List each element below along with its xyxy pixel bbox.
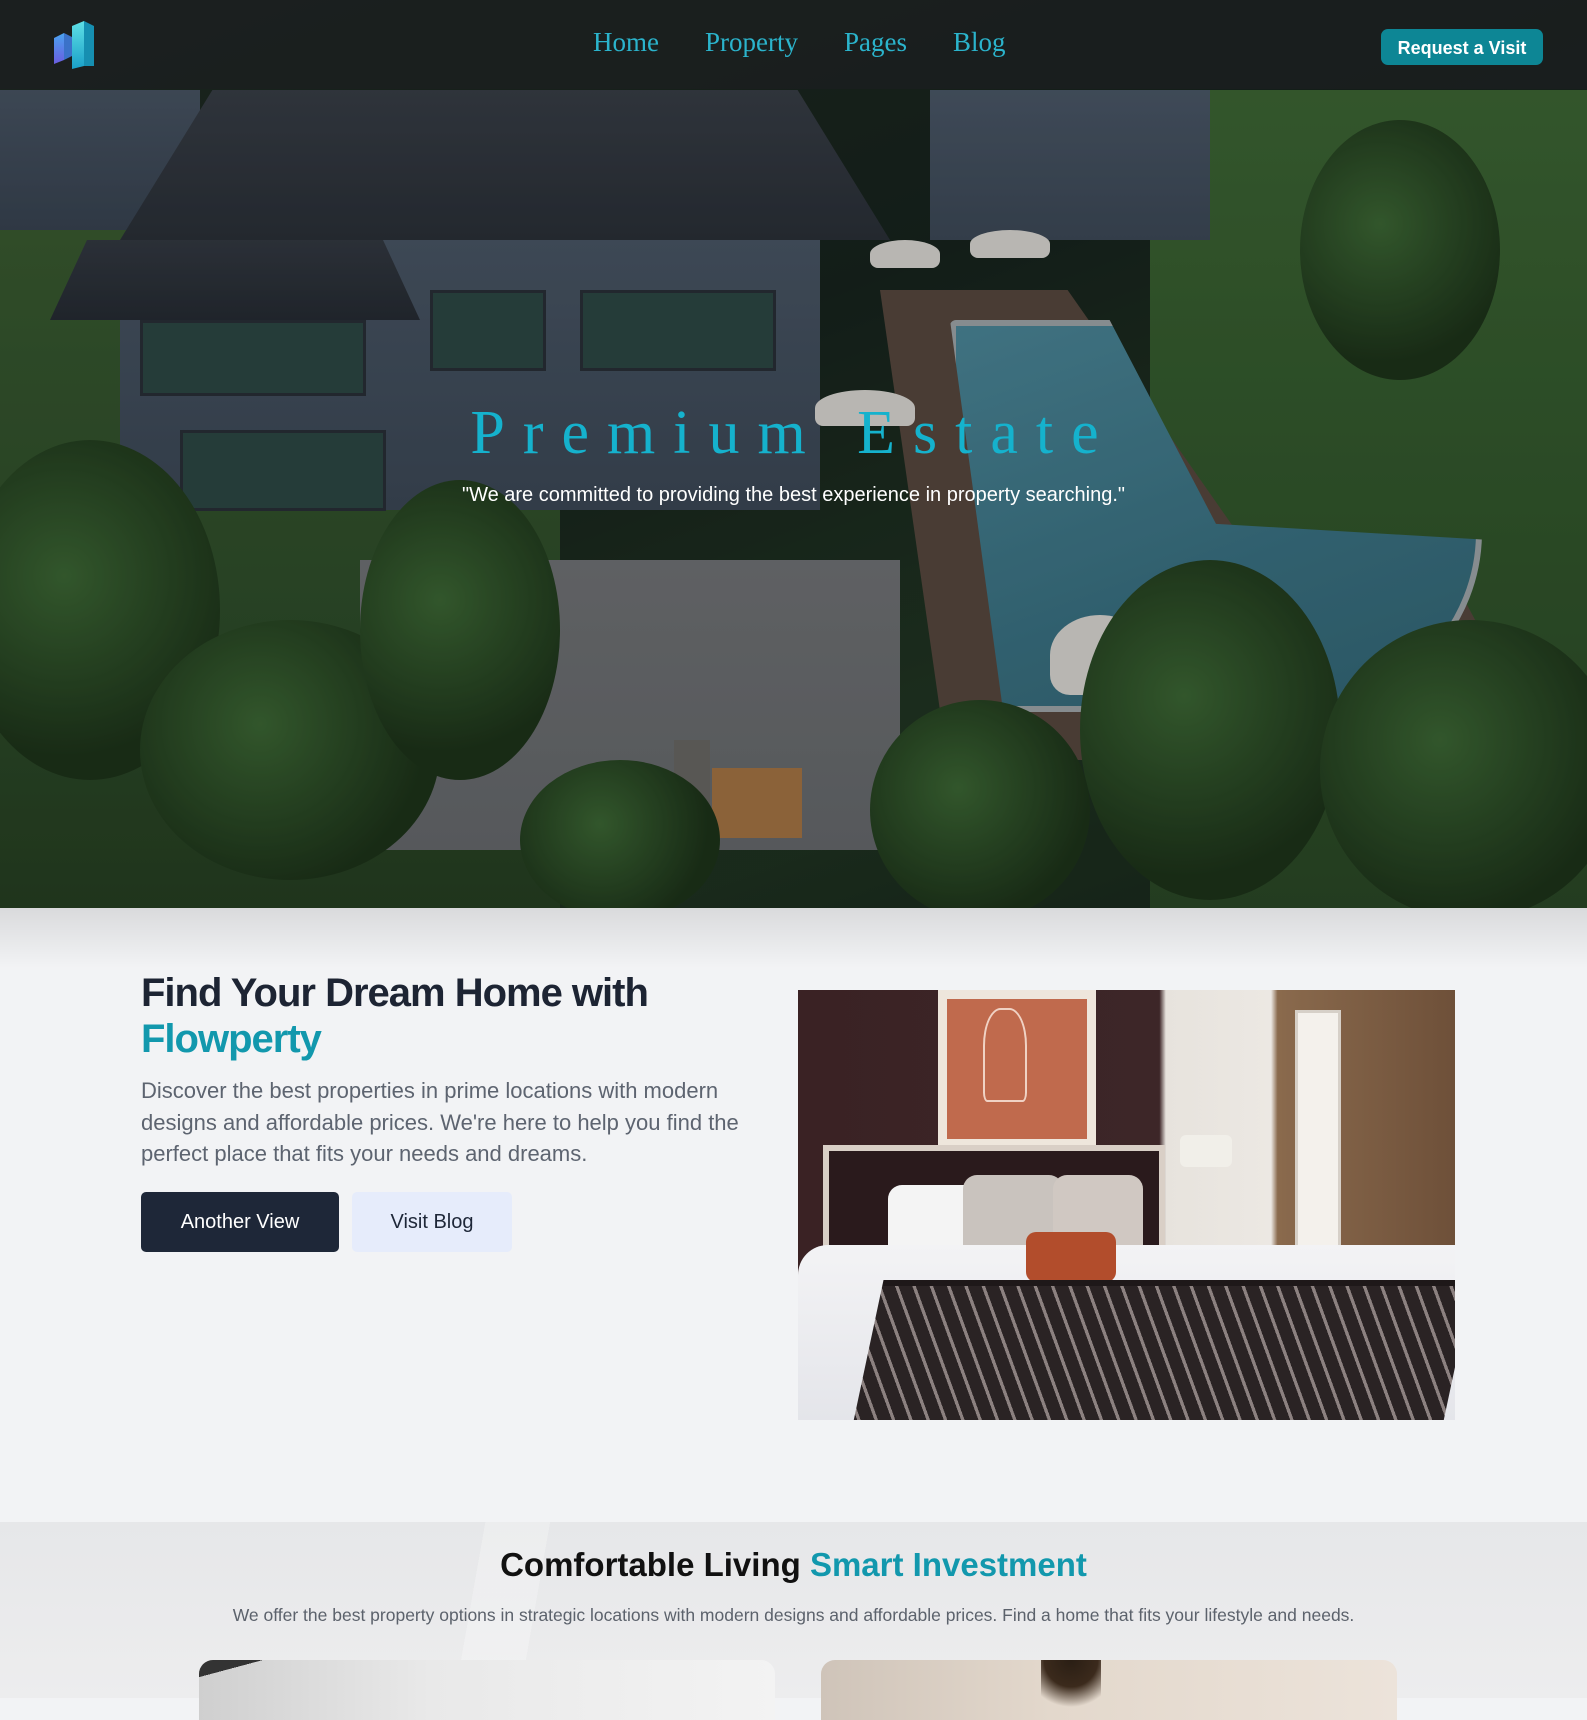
ceiling-beam [199, 1660, 775, 1720]
property-card-image[interactable] [199, 1660, 775, 1720]
bedroom-image [798, 990, 1455, 1420]
feature-heading-plain: Find Your Dream Home with [141, 971, 649, 1015]
bed-runner [852, 1280, 1455, 1420]
living-heading-plain: Comfortable Living [500, 1546, 801, 1583]
living-description: We offer the best property options in st… [232, 1605, 1355, 1625]
nav-link-home[interactable]: Home [593, 24, 659, 64]
request-visit-button[interactable]: Request a Visit [1381, 29, 1543, 65]
hero-title: Premium Estate [470, 399, 1117, 467]
nav-link-property[interactable]: Property [705, 24, 798, 64]
palm-tree [1041, 1660, 1101, 1720]
nav-link-blog[interactable]: Blog [953, 24, 1006, 64]
building-logo-icon[interactable] [52, 20, 98, 70]
bedside-lamp [1180, 1135, 1232, 1167]
feature-description: Discover the best properties in prime lo… [141, 1078, 739, 1166]
closet-door [1295, 1010, 1341, 1276]
another-view-button[interactable]: Another View [141, 1192, 339, 1252]
living-heading-accent: Smart Investment [809, 1546, 1087, 1583]
visit-blog-button[interactable]: Visit Blog [352, 1192, 512, 1252]
feature-heading: Find Your Dream Home with Flowperty [141, 970, 781, 1062]
wall-art-sketch [983, 1008, 1027, 1102]
section-divider-shadow [0, 908, 1587, 968]
living-heading: Comfortable Living Smart Investment [0, 1543, 1587, 1587]
hero-subtitle: "We are committed to providing the best … [461, 484, 1126, 506]
feature-heading-brand: Flowperty [141, 1017, 322, 1061]
nav-links: Home Property Pages Blog [593, 24, 1051, 64]
accent-pillow [1026, 1232, 1116, 1282]
nav-link-pages[interactable]: Pages [844, 24, 907, 64]
property-card-image[interactable] [821, 1660, 1397, 1720]
top-navbar: Home Property Pages Blog Request a Visit [0, 0, 1587, 89]
